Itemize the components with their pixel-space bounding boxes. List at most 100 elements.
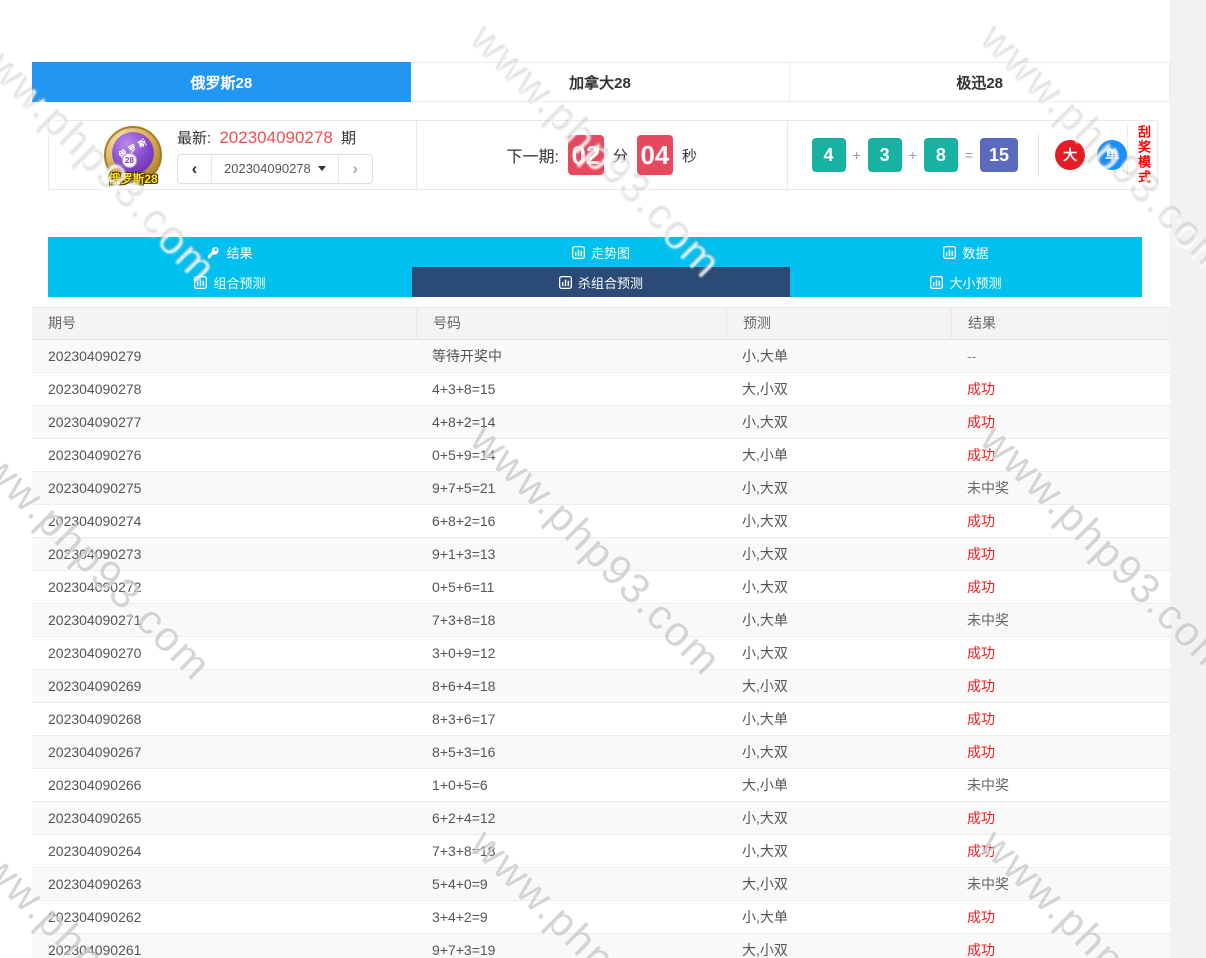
prediction-cell: 小,大双 xyxy=(726,505,951,537)
tab-label: 俄罗斯28 xyxy=(190,72,252,93)
next-period-button[interactable]: › xyxy=(338,155,372,183)
prev-period-button[interactable]: ‹ xyxy=(178,155,212,183)
period-cell: 202304090272 xyxy=(32,571,416,603)
table-row: 2023040902739+1+3=13小,大双成功 xyxy=(32,538,1170,571)
countdown-section: 下一期: 02 分 04 秒 xyxy=(416,121,787,189)
menu-item-combo-prediction[interactable]: 组合预测 xyxy=(48,267,412,297)
code-cell: 3+4+2=9 xyxy=(416,901,726,933)
menu-item-kill-combo-prediction[interactable]: 杀组合预测 xyxy=(412,267,790,297)
prediction-cell: 大,小双 xyxy=(726,934,951,958)
menu-item-label: 大小预测 xyxy=(949,273,1001,292)
result-cell: 成功 xyxy=(951,736,1170,768)
period-cell: 202304090267 xyxy=(32,736,416,768)
code-cell: 9+7+5=21 xyxy=(416,472,726,504)
period-cell: 202304090276 xyxy=(32,439,416,471)
bar-chart-icon xyxy=(194,276,207,289)
table-row: 2023040902760+5+9=14大,小单成功 xyxy=(32,439,1170,472)
period-select[interactable]: 202304090278 xyxy=(212,155,338,183)
tab-jixun28[interactable]: 极迅28 xyxy=(789,63,1169,101)
tab-canada28[interactable]: 加拿大28 xyxy=(410,63,790,101)
draw-info-panel: 俄罗斯 28 俄罗斯28 最新: 202304090278 期 ‹ 202304… xyxy=(48,120,1158,190)
code-cell: 6+2+4=12 xyxy=(416,802,726,834)
menu-item-size-prediction[interactable]: 大小预测 xyxy=(790,267,1142,297)
prediction-cell: 小,大双 xyxy=(726,406,951,438)
menu-item-label: 走势图 xyxy=(591,243,630,262)
menu-item-results[interactable]: 结果 xyxy=(48,237,412,267)
logo-ball: 俄罗斯 28 xyxy=(112,132,154,174)
latest-draw-section: 俄罗斯 28 俄罗斯28 最新: 202304090278 期 ‹ 202304… xyxy=(49,121,416,189)
latest-label: 最新: xyxy=(177,130,211,147)
code-cell: 0+5+9=14 xyxy=(416,439,726,471)
scratch-mode-link[interactable]: 刮奖模式 xyxy=(1135,125,1150,185)
draw-result-section: 4 + 3 + 8 = 15 大 单 刮奖模式 xyxy=(787,121,1158,189)
code-cell: 5+4+0=9 xyxy=(416,868,726,900)
result-cell: 未中奖 xyxy=(951,769,1170,801)
header-code: 号码 xyxy=(416,308,726,339)
table-row: 2023040902774+8+2=14小,大双成功 xyxy=(32,406,1170,439)
result-cell: 成功 xyxy=(951,934,1170,958)
countdown-seconds: 04 xyxy=(637,135,673,175)
period-cell: 202304090269 xyxy=(32,670,416,702)
menu-item-trend-chart[interactable]: 走势图 xyxy=(412,237,790,267)
menu-item-label: 杀组合预测 xyxy=(578,273,643,292)
table-row: 2023040902784+3+8=15大,小双成功 xyxy=(32,373,1170,406)
code-cell: 1+0+5=6 xyxy=(416,769,726,801)
prediction-cell: 大,小单 xyxy=(726,439,951,471)
countdown-seconds-unit: 秒 xyxy=(682,145,697,166)
tab-label: 加拿大28 xyxy=(569,72,631,93)
equals-sign: = xyxy=(965,147,973,163)
prediction-cell: 小,大双 xyxy=(726,472,951,504)
bar-chart-icon xyxy=(943,246,956,259)
period-cell: 202304090268 xyxy=(32,703,416,735)
prediction-cell: 大,小双 xyxy=(726,373,951,405)
table-row: 2023040902746+8+2=16小,大双成功 xyxy=(32,505,1170,538)
period-selector: ‹ 202304090278 › xyxy=(177,154,373,184)
header-prediction: 预测 xyxy=(726,308,951,339)
prediction-cell: 大,小双 xyxy=(726,670,951,702)
draw-number-1: 4 xyxy=(812,138,846,172)
menu-item-data[interactable]: 数据 xyxy=(790,237,1142,267)
prediction-cell: 小,大单 xyxy=(726,703,951,735)
lottery-logo: 俄罗斯 28 俄罗斯28 xyxy=(104,126,162,184)
latest-draw-line: 最新: 202304090278 期 xyxy=(177,127,373,148)
period-cell: 202304090265 xyxy=(32,802,416,834)
code-cell: 3+0+9=12 xyxy=(416,637,726,669)
table-row: 2023040902635+4+0=9大,小双未中奖 xyxy=(32,868,1170,901)
bar-chart-icon xyxy=(930,276,943,289)
result-cell: 成功 xyxy=(951,901,1170,933)
code-cell: 9+1+3=13 xyxy=(416,538,726,570)
plus-sign: + xyxy=(909,147,917,163)
prediction-cell: 小,大单 xyxy=(726,901,951,933)
prediction-cell: 小,大双 xyxy=(726,835,951,867)
result-cell: 成功 xyxy=(951,802,1170,834)
prediction-cell: 小,大双 xyxy=(726,802,951,834)
countdown-minutes-unit: 分 xyxy=(613,145,628,166)
period-cell: 202304090266 xyxy=(32,769,416,801)
table-body: 202304090279等待开奖中小,大单--2023040902784+3+8… xyxy=(32,340,1170,958)
code-cell: 0+5+6=11 xyxy=(416,571,726,603)
code-cell: 4+8+2=14 xyxy=(416,406,726,438)
result-cell: 成功 xyxy=(951,373,1170,405)
chevron-down-icon xyxy=(318,166,326,171)
code-cell: 等待开奖中 xyxy=(416,340,726,372)
menu-item-label: 结果 xyxy=(226,243,252,262)
code-cell: 6+8+2=16 xyxy=(416,505,726,537)
period-cell: 202304090263 xyxy=(32,868,416,900)
result-cell: 成功 xyxy=(951,571,1170,603)
latest-period-number: 202304090278 xyxy=(219,128,332,147)
code-cell: 8+5+3=16 xyxy=(416,736,726,768)
draw-number-3: 8 xyxy=(924,138,958,172)
period-cell: 202304090261 xyxy=(32,934,416,958)
prediction-cell: 大,小单 xyxy=(726,769,951,801)
prediction-cell: 小,大单 xyxy=(726,604,951,636)
period-cell: 202304090271 xyxy=(32,604,416,636)
period-cell: 202304090275 xyxy=(32,472,416,504)
period-cell: 202304090270 xyxy=(32,637,416,669)
table-row: 2023040902703+0+9=12小,大双成功 xyxy=(32,637,1170,670)
period-cell: 202304090262 xyxy=(32,901,416,933)
tab-russia28[interactable]: 俄罗斯28 xyxy=(32,62,411,102)
result-cell: 未中奖 xyxy=(951,604,1170,636)
table-row: 202304090279等待开奖中小,大单-- xyxy=(32,340,1170,373)
prediction-cell: 小,大单 xyxy=(726,340,951,372)
plus-sign: + xyxy=(853,147,861,163)
